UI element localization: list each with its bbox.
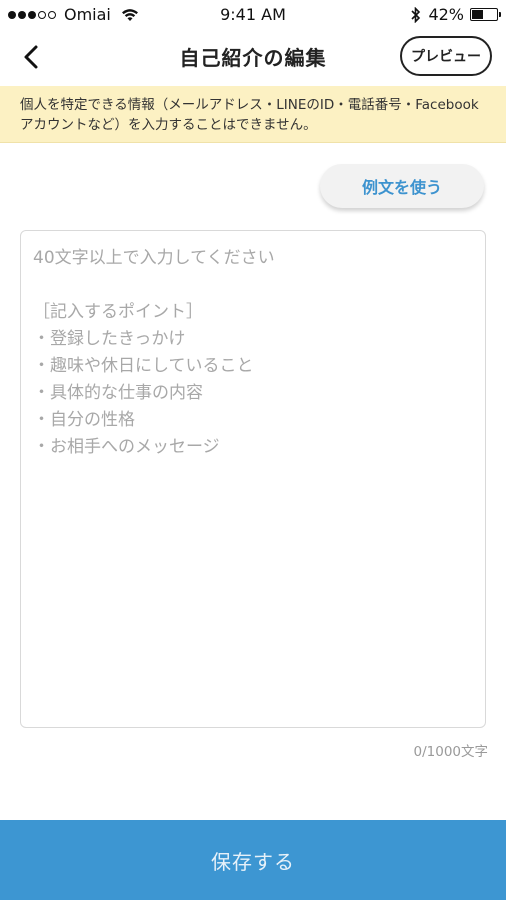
battery-level (472, 10, 483, 19)
bluetooth-icon (411, 6, 421, 23)
preview-button[interactable]: プレビュー (400, 36, 492, 76)
back-button[interactable] (14, 40, 48, 74)
placeholder-line: ・具体的な仕事の内容 (33, 383, 203, 403)
status-bar-right: 42% (410, 5, 501, 24)
placeholder-gap (33, 272, 473, 299)
status-bar: Omiai 9:41 AM 42% (0, 0, 506, 30)
placeholder-line: ・自分の性格 (33, 410, 135, 430)
textarea-placeholder: 40文字以上で入力してください ［記入するポイント］ ・登録したきっかけ ・趣味… (33, 245, 473, 461)
battery-percent: 42% (428, 5, 464, 24)
character-counter: 0/1000文字 (413, 744, 489, 760)
notice-banner: 個人を特定できる情報（メールアドレス・LINEのID・電話番号・Facebook… (0, 86, 506, 143)
save-button[interactable]: 保存する (0, 820, 506, 900)
use-example-button[interactable]: 例文を使う (320, 164, 484, 208)
placeholder-line: 40文字以上で入力してください (33, 248, 275, 268)
self-introduction-textarea[interactable]: 40文字以上で入力してください ［記入するポイント］ ・登録したきっかけ ・趣味… (20, 230, 486, 728)
placeholder-line: ・趣味や休日にしていること (33, 356, 254, 376)
chevron-left-icon (24, 45, 38, 69)
placeholder-line: ・お相手へのメッセージ (33, 437, 220, 457)
placeholder-line: ［記入するポイント］ (33, 302, 203, 322)
battery-icon (470, 8, 501, 21)
placeholder-line: ・登録したきっかけ (33, 329, 186, 349)
nav-bar: 自己紹介の編集 プレビュー (0, 30, 506, 86)
